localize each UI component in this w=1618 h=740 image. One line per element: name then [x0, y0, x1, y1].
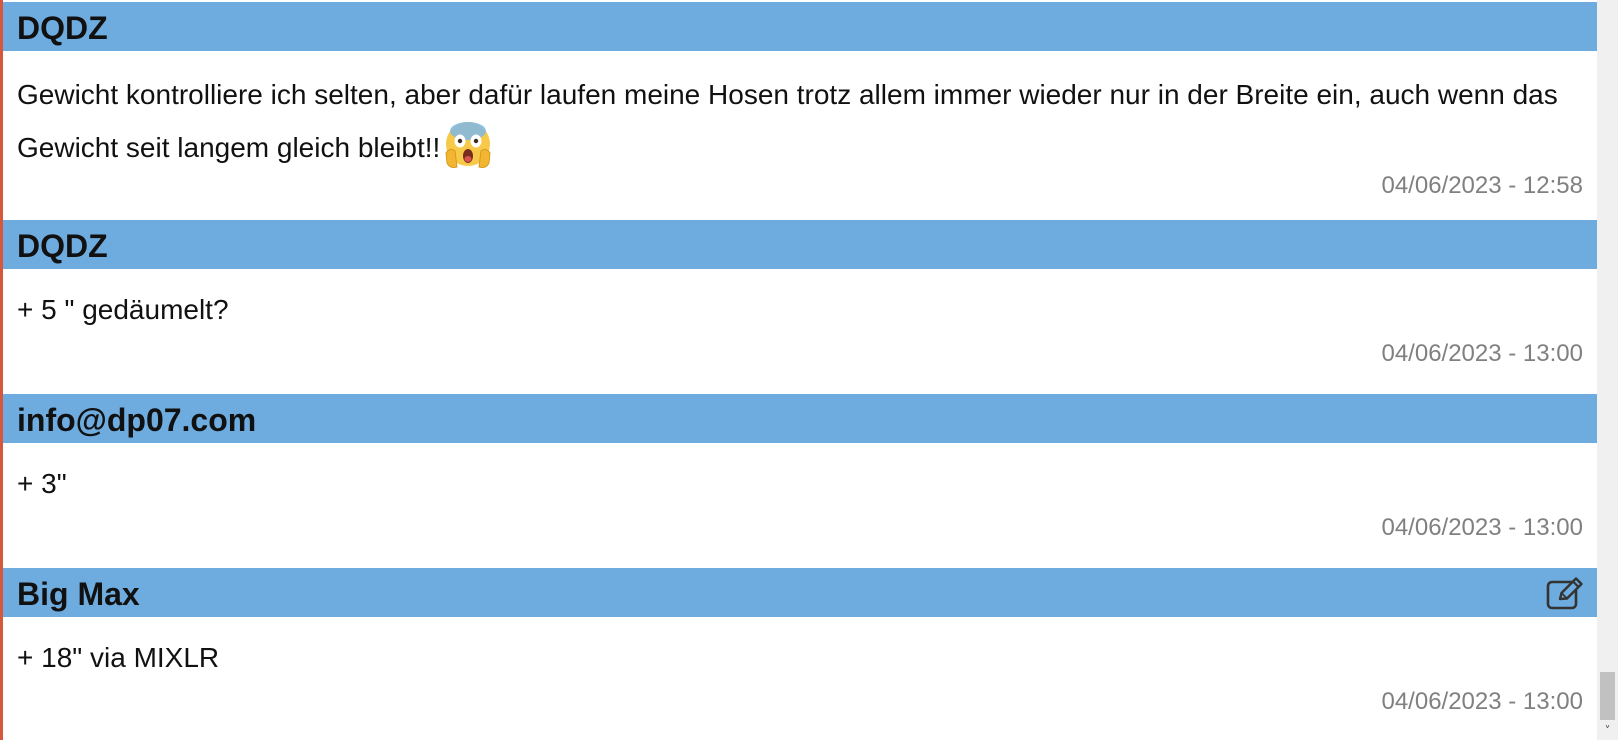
- vertical-scrollbar[interactable]: ˅: [1597, 0, 1618, 740]
- message-text: + 18" via MIXLR: [17, 642, 220, 673]
- message-text: Gewicht kontrolliere ich selten, aber da…: [17, 79, 1558, 163]
- screaming-face-emoji-icon: [445, 122, 491, 168]
- message-header: info@dp07.com: [3, 394, 1597, 443]
- message-timestamp: 04/06/2023 - 13:00: [1381, 688, 1583, 715]
- chat-viewport: DQDZ Gewicht kontrolliere ich selten, ab…: [0, 0, 1618, 740]
- message-list: DQDZ Gewicht kontrolliere ich selten, ab…: [3, 2, 1597, 740]
- message-body: + 18" via MIXLR: [3, 617, 1597, 680]
- message-header: DQDZ: [3, 2, 1597, 51]
- message-body: + 5 " gedäumelt?: [3, 269, 1597, 332]
- message-text: + 3": [17, 468, 67, 499]
- message-author: Big Max: [17, 576, 140, 612]
- message-item: info@dp07.com + 3" 04/06/2023 - 13:00: [3, 394, 1597, 568]
- message-header: Big Max: [3, 568, 1597, 617]
- message-item: DQDZ Gewicht kontrolliere ich selten, ab…: [3, 2, 1597, 220]
- message-timestamp: 04/06/2023 - 13:00: [1381, 514, 1583, 541]
- message-timestamp: 04/06/2023 - 12:58: [1381, 172, 1583, 199]
- message-author: DQDZ: [17, 228, 108, 264]
- message-item: Big Max + 18" via MIXLR 04/06/2023 - 13:…: [3, 568, 1597, 740]
- message-timestamp: 04/06/2023 - 13:00: [1381, 340, 1583, 367]
- message-item: DQDZ + 5 " gedäumelt? 04/06/2023 - 13:00: [3, 220, 1597, 394]
- message-header: DQDZ: [3, 220, 1597, 269]
- message-body: + 3": [3, 443, 1597, 506]
- message-body: Gewicht kontrolliere ich selten, aber da…: [3, 51, 1597, 168]
- scrollbar-thumb[interactable]: [1600, 672, 1615, 720]
- scroll-down-arrow-icon[interactable]: ˅: [1597, 722, 1618, 740]
- edit-icon[interactable]: [1545, 575, 1585, 611]
- message-author: info@dp07.com: [17, 402, 257, 438]
- message-author: DQDZ: [17, 10, 108, 46]
- message-text: + 5 " gedäumelt?: [17, 294, 229, 325]
